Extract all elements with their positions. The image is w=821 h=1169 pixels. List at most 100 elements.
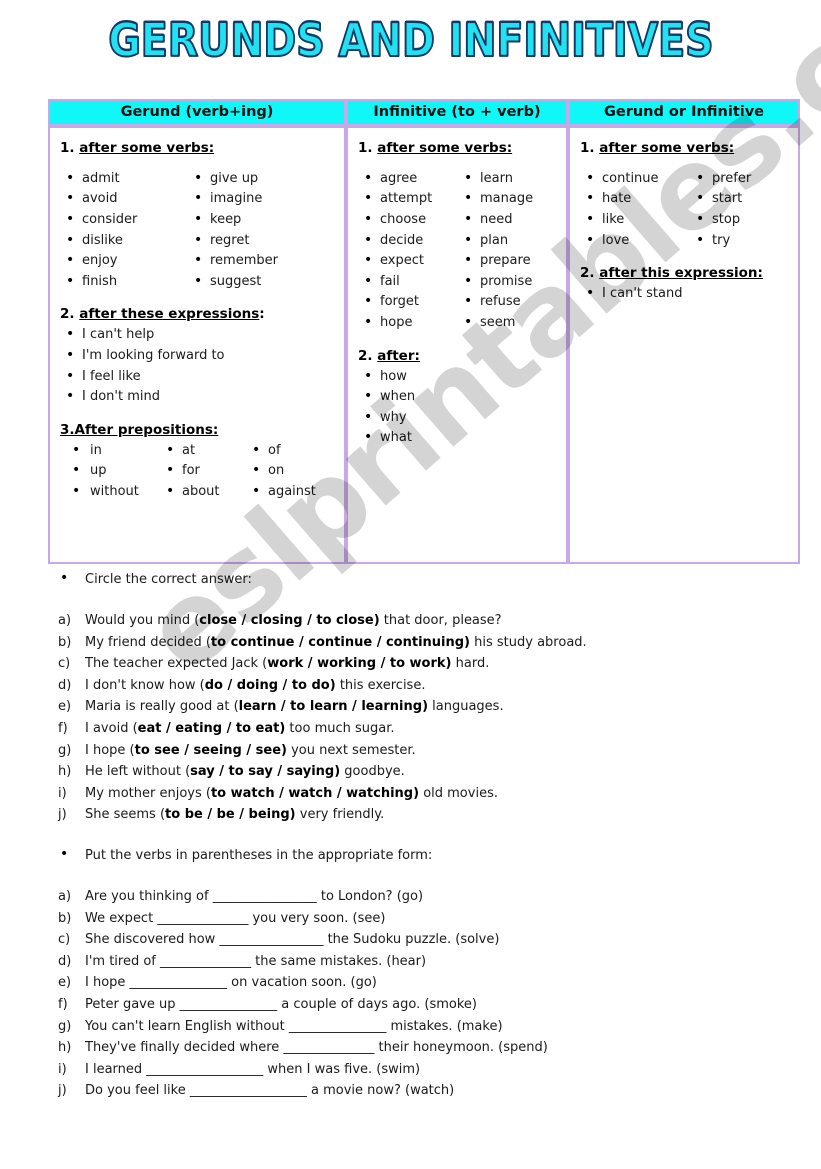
exercise-1-item-e[interactable]: e) Maria is really good at (learn / to le… [0, 696, 821, 718]
both-section-2-heading: 2. after this expression: [580, 265, 790, 282]
infinitive-section-1-heading: 1. after some verbs: [358, 140, 558, 157]
list-item: suggest [188, 271, 318, 293]
gerund-section-1-title: after some verbs: [79, 140, 215, 156]
item-label: j) [58, 1083, 67, 1099]
item-after: his study abroad. [470, 634, 587, 650]
exercise-2-item-c[interactable]: c) She discovered how ________________ th… [0, 929, 821, 951]
both-section-2-title: after this expression: [599, 265, 763, 282]
list-item: need [458, 209, 558, 231]
item-after: languages. [428, 699, 504, 715]
exercise-1-item-g[interactable]: g) I hope (to see / seeing / see) you nex… [0, 740, 821, 762]
exercise-1: Circle the correct answer: a) Would you m… [0, 569, 821, 826]
list-item: start [690, 188, 790, 210]
exercise-2-item-i[interactable]: i) I learned __________________ when I wa… [0, 1059, 821, 1081]
exercise-2-instruction: Put the verbs in parentheses in the appr… [0, 845, 821, 865]
gerund-section-2-heading: 2. after these expressions: [60, 306, 336, 323]
table-cell-gerund: 1. after some verbs: admit avoid conside… [48, 126, 346, 564]
table-header-row: Gerund (verb+ing) Infinitive (to + verb)… [48, 99, 800, 126]
exercise-1-item-i[interactable]: i) My mother enjoys (to watch / watch / w… [0, 783, 821, 805]
list-item: give up [188, 168, 318, 190]
list-item: choose [358, 209, 458, 231]
exercise-1-item-c[interactable]: c) The teacher expected Jack (work / work… [0, 653, 821, 675]
exercise-1-item-a[interactable]: a) Would you mind (close / closing / to c… [0, 610, 821, 632]
item-label: g) [58, 1018, 72, 1034]
answer-blank[interactable]: __________________ [190, 1083, 307, 1098]
answer-blank[interactable]: ________________ [213, 889, 317, 904]
infinitive-section-2-heading: 2. after: [358, 348, 558, 365]
answer-blank[interactable]: ______________ [283, 1040, 374, 1055]
both-section-1-number: 1. [580, 140, 595, 156]
item-after: too much sugar. [285, 720, 395, 736]
item-options: eat / eating / to eat) [137, 720, 286, 736]
exercise-2-item-j[interactable]: j) Do you feel like __________________ a … [0, 1080, 821, 1102]
infinitive-verbs-col-a: agree attempt choose decide expect fail … [358, 168, 458, 334]
item-after: old movies. [419, 785, 498, 801]
list-item: at [160, 440, 246, 462]
rules-table-grid: Gerund (verb+ing) Infinitive (to + verb)… [48, 99, 800, 564]
answer-blank[interactable]: ______________ [160, 954, 251, 969]
table-body-row: 1. after some verbs: admit avoid conside… [48, 126, 800, 564]
list-item: for [160, 460, 246, 482]
exercise-1-item-f[interactable]: f) I avoid (eat / eating / to eat) too mu… [0, 718, 821, 740]
exercise-1-item-j[interactable]: j) She seems (to be / be / being) very fr… [0, 804, 821, 826]
table-cell-infinitive: 1. after some verbs: agree attempt choos… [346, 126, 568, 564]
gerund-verbs-list: admit avoid consider dislike enjoy finis… [60, 168, 336, 293]
item-label: a) [58, 613, 72, 628]
exercise-2-item-d[interactable]: d) I'm tired of ______________ the same m… [0, 951, 821, 973]
page-title-text: GERUNDS AND INFINITIVES [107, 12, 714, 68]
list-item: imagine [188, 188, 318, 210]
table-header-gerund: Gerund (verb+ing) [48, 99, 346, 126]
exercise-1-item-b[interactable]: b) My friend decided (to continue / conti… [0, 632, 821, 654]
item-after: that door, please? [379, 613, 502, 628]
gerund-section-3-title: After prepositions: [74, 421, 219, 438]
answer-blank[interactable]: __________________ [146, 1062, 263, 1077]
list-item: about [160, 481, 246, 503]
item-label: d) [58, 677, 72, 693]
list-item: attempt [358, 188, 458, 210]
infinitive-section-1-title: after some verbs: [377, 140, 513, 156]
item-options: work / working / to work) [267, 656, 452, 672]
exercise-2-item-a[interactable]: a) Are you thinking of ________________ t… [0, 886, 821, 908]
answer-blank[interactable]: ______________ [157, 911, 248, 926]
item-after: very friendly. [295, 807, 385, 823]
exercise-2-item-f[interactable]: f) Peter gave up _______________ a couple… [0, 994, 821, 1016]
item-options: close / closing / to close) [199, 613, 380, 628]
exercise-1-item-h[interactable]: h) He left without (say / to say / saying… [0, 761, 821, 783]
item-after: when I was five. (swim) [263, 1061, 421, 1077]
gerund-prepositions-col-b-list: at for about [160, 440, 246, 503]
answer-blank[interactable]: _______________ [180, 997, 278, 1012]
item-before: She seems ( [85, 807, 166, 823]
exercise-2-item-e[interactable]: e) I hope _______________ on vacation soo… [0, 972, 821, 994]
both-section-2-number: 2. [580, 265, 595, 282]
exercise-1-item-d[interactable]: d) I don't know how (do / doing / to do) … [0, 675, 821, 697]
exercise-2-item-g[interactable]: g) You can't learn English without ______… [0, 1016, 821, 1038]
answer-blank[interactable]: ________________ [219, 932, 323, 947]
gerund-section-3-number: 3. [60, 421, 75, 438]
list-item: I can't help [60, 324, 336, 346]
list-item: plan [458, 230, 558, 252]
table-header-gerund-or-infinitive: Gerund or Infinitive [568, 99, 800, 126]
both-verbs-col-b: prefer start stop try [690, 168, 790, 251]
answer-blank[interactable]: _______________ [289, 1019, 387, 1034]
list-item: on [246, 460, 336, 482]
rules-table: Gerund (verb+ing) Infinitive (to + verb)… [48, 99, 800, 564]
infinitive-section-2-number: 2. [358, 347, 373, 364]
answer-blank[interactable]: _______________ [130, 975, 228, 990]
list-item: remember [188, 250, 318, 272]
gerund-verbs-col-a: admit avoid consider dislike enjoy finis… [60, 168, 188, 293]
infinitive-verbs-col-a-list: agree attempt choose decide expect fail … [358, 168, 458, 334]
item-options: say / to say / saying) [190, 764, 341, 780]
infinitive-question-words-list: how when why what [358, 366, 558, 449]
exercise-2-item-h[interactable]: h) They've finally decided where ________… [0, 1037, 821, 1059]
gerund-section-2-number: 2. [60, 306, 75, 323]
item-label: j) [58, 807, 67, 823]
both-section-1-title: after some verbs: [599, 140, 735, 156]
item-before: Maria is really good at ( [85, 699, 239, 715]
exercise-2-item-b[interactable]: b) We expect ______________ you very soon… [0, 908, 821, 930]
list-item: without [60, 481, 160, 503]
list-item: against [246, 481, 336, 503]
item-label: b) [58, 634, 72, 650]
both-verbs-list: continue hate like love prefer start sto… [580, 168, 790, 251]
gerund-prepositions-col-a: in up without [60, 440, 160, 503]
exercise-2-list: a) Are you thinking of ________________ t… [0, 886, 821, 1102]
